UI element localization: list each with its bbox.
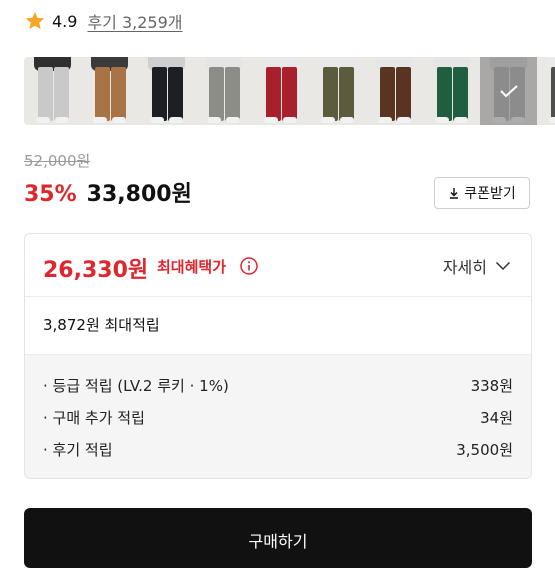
max-points: 3,872원 최대적립 xyxy=(43,316,160,334)
color-swatch-brown[interactable] xyxy=(366,57,423,125)
discount-rate: 35% xyxy=(24,182,77,207)
swatch-shoe xyxy=(150,117,164,123)
info-icon[interactable] xyxy=(239,256,259,276)
color-swatch-khaki[interactable] xyxy=(309,57,366,125)
color-swatch-strip xyxy=(24,57,555,125)
swatch-pant-leg xyxy=(339,67,354,121)
swatch-pant-leg xyxy=(38,67,53,121)
swatch-shoe xyxy=(226,117,240,123)
coupon-label: 쿠폰받기 xyxy=(464,186,516,202)
best-benefit-label: 최대혜택가 xyxy=(157,258,227,276)
swatch-shoe xyxy=(283,117,297,123)
rating-score: 4.9 xyxy=(52,11,78,31)
swatch-pant-leg xyxy=(209,67,224,121)
color-swatch-camel[interactable] xyxy=(81,57,138,125)
swatch-shoe xyxy=(169,117,183,123)
swatch-pant-leg xyxy=(111,67,126,121)
color-swatch-green[interactable] xyxy=(423,57,480,125)
point-row-review: · 후기 적립 3,500원 xyxy=(43,439,513,460)
swatch-shoe xyxy=(36,117,50,123)
point-row-grade: · 등급 적립 (LV.2 루키 · 1%) 338원 xyxy=(43,375,513,396)
swatch-shoe xyxy=(378,117,392,123)
swatch-pant-leg xyxy=(225,67,240,121)
swatch-shoe xyxy=(340,117,354,123)
swatch-shoe xyxy=(93,117,107,123)
swatch-shoe xyxy=(492,117,506,123)
swatch-shoe xyxy=(112,117,126,123)
swatch-shoe xyxy=(549,117,555,123)
best-benefit-price: 26,330원 xyxy=(43,258,149,283)
detail-label: 자세히 xyxy=(442,258,487,277)
point-label: · 등급 적립 (LV.2 루키 · 1%) xyxy=(43,377,229,395)
swatch-pant-leg xyxy=(54,67,69,121)
swatch-pant-leg xyxy=(380,67,395,121)
color-swatch-charcoal[interactable] xyxy=(537,57,555,125)
price-row: 35% 33,800원 xyxy=(24,176,192,208)
benefit-header: 26,330원 최대혜택가 자세히 xyxy=(25,234,531,297)
swatch-shoe xyxy=(454,117,468,123)
swatch-pant-leg xyxy=(453,67,468,121)
coupon-button[interactable]: 쿠폰받기 xyxy=(434,177,530,209)
point-value: 34원 xyxy=(480,409,513,427)
review-count-link[interactable]: 후기 3,259개 xyxy=(87,9,182,33)
color-swatch-black[interactable] xyxy=(138,57,195,125)
color-swatch-melange-gray[interactable] xyxy=(480,57,537,125)
rating-row: 4.9 후기 3,259개 xyxy=(24,8,183,34)
sale-price: 33,800원 xyxy=(86,182,192,207)
color-swatch-light-gray[interactable] xyxy=(24,57,81,125)
chevron-down-icon xyxy=(495,261,511,271)
swatch-pant-leg xyxy=(168,67,183,121)
buy-button-label: 구매하기 xyxy=(248,532,308,551)
points-breakdown: · 등급 적립 (LV.2 루키 · 1%) 338원 · 구매 추가 적립 3… xyxy=(25,354,531,478)
swatch-shoe xyxy=(264,117,278,123)
swatch-pant-leg xyxy=(282,67,297,121)
swatch-shoe xyxy=(321,117,335,123)
point-label: · 구매 추가 적립 xyxy=(43,409,145,427)
swatch-pant-leg xyxy=(437,67,452,121)
color-swatch-gray[interactable] xyxy=(195,57,252,125)
point-label: · 후기 적립 xyxy=(43,441,113,459)
swatch-pant-leg xyxy=(551,67,555,121)
buy-button[interactable]: 구매하기 xyxy=(24,508,532,568)
point-row-purchase: · 구매 추가 적립 34원 xyxy=(43,407,513,428)
swatch-shoe xyxy=(55,117,69,123)
swatch-pant-leg xyxy=(95,67,110,121)
swatch-pant-leg xyxy=(152,67,167,121)
point-value: 3,500원 xyxy=(456,441,513,459)
original-price: 52,000원 xyxy=(24,152,91,170)
swatch-shoe xyxy=(207,117,221,123)
swatch-shoe xyxy=(511,117,525,123)
swatch-pant-leg xyxy=(266,67,281,121)
star-icon xyxy=(25,11,45,30)
check-icon xyxy=(499,85,518,98)
swatch-pant-leg xyxy=(396,67,411,121)
swatch-shirt xyxy=(490,57,527,71)
detail-toggle[interactable]: 자세히 xyxy=(443,254,511,278)
swatch-shoe xyxy=(435,117,449,123)
swatch-pant-leg xyxy=(323,67,338,121)
benefit-panel: 26,330원 최대혜택가 자세히 3,872원 최대적립 · 등급 적립 (L… xyxy=(24,233,532,479)
point-value: 338원 xyxy=(470,377,513,395)
color-swatch-red[interactable] xyxy=(252,57,309,125)
download-icon xyxy=(450,188,459,199)
swatch-shoe xyxy=(397,117,411,123)
